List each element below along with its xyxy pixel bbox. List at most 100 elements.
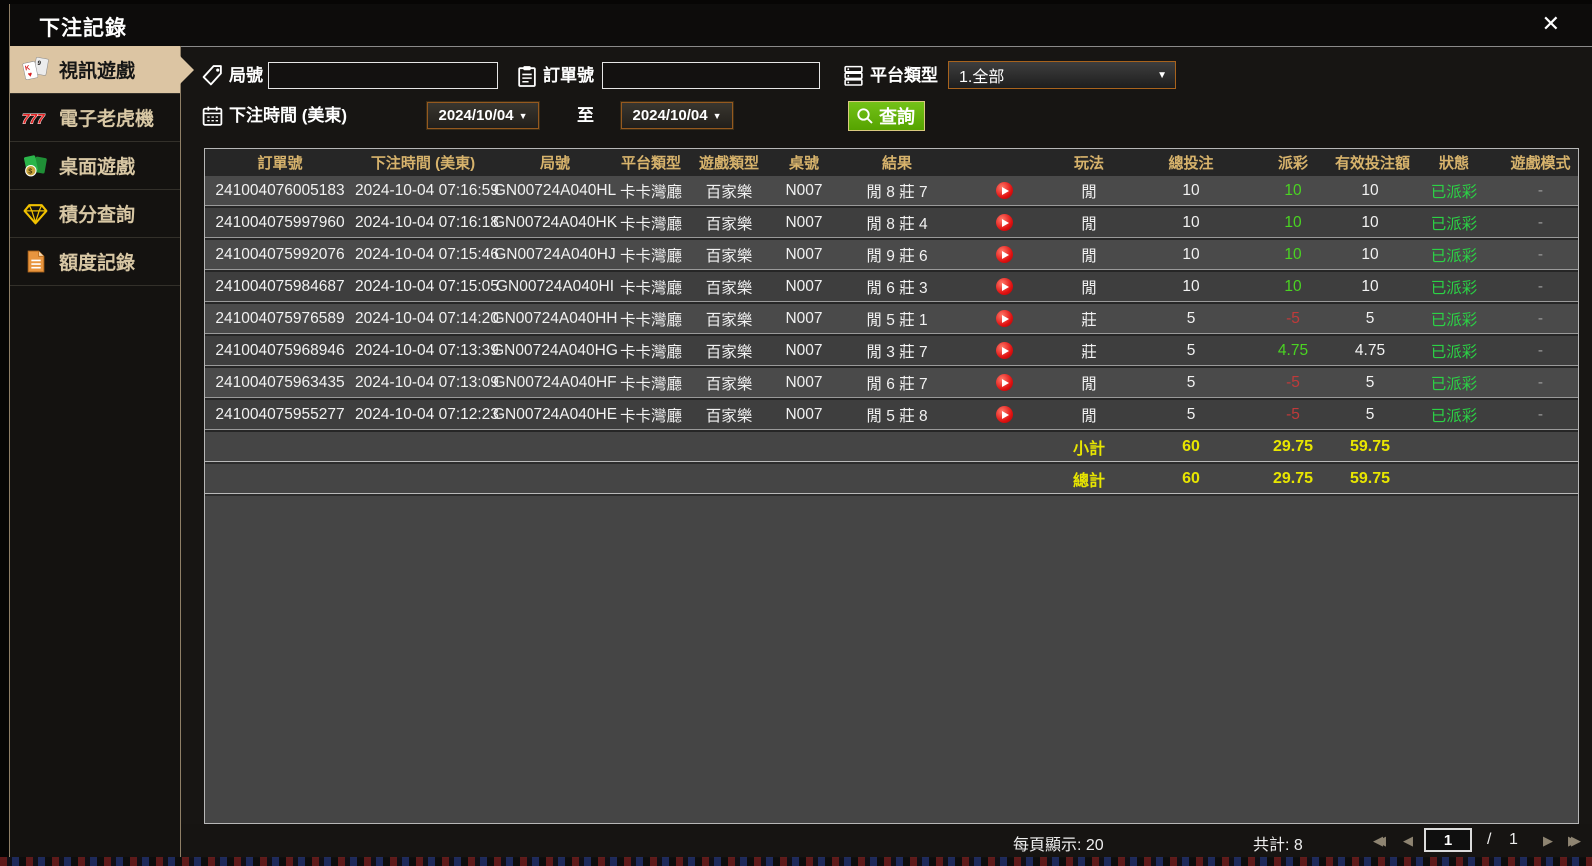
- cell-total_bet: 5: [1186, 309, 1196, 327]
- cell-payout: -5: [1286, 309, 1300, 327]
- cell-result: 閒 9 莊 6: [866, 247, 928, 265]
- cell-round: GN00724A040HF: [493, 373, 617, 391]
- cell-payout: -5: [1286, 373, 1300, 391]
- order-no-input[interactable]: [602, 62, 820, 89]
- column-header: 結果: [881, 155, 912, 172]
- total-payout: 29.75: [1272, 469, 1314, 487]
- cell-valid_bet: 4.75: [1354, 341, 1386, 359]
- cell-time: 2024-10-04 07:14:20: [355, 309, 499, 327]
- table-row: 241004075992076 2024-10-04 07:15:46 GN0072…: [205, 240, 1578, 272]
- column-header: 下注時間 (美東): [370, 155, 476, 172]
- cell-total_bet: 10: [1182, 245, 1200, 263]
- cell-table_no: N007: [785, 405, 823, 423]
- cell-status: 已派彩: [1430, 215, 1478, 233]
- column-header: 有效投注額: [1335, 155, 1411, 172]
- subtotal-total-bet: 60: [1182, 437, 1200, 455]
- cell-play_type: 閒: [1081, 247, 1097, 265]
- sidebar: 9 K ♥ 視訊遊戲 777 電子老虎機 $ 桌面遊戲 積分查詢 額度記錄: [10, 46, 194, 857]
- cell-round: GN00724A040HE: [492, 405, 618, 423]
- last-page-button[interactable]: ▶▶: [1568, 833, 1592, 849]
- date-from-select[interactable]: 2024/10/04 ▼: [426, 101, 540, 130]
- gem-icon: [22, 200, 49, 227]
- cell-payout: 10: [1284, 181, 1302, 199]
- cell-table_no: N007: [785, 213, 823, 231]
- cell-game_type: 百家樂: [705, 279, 753, 297]
- sidebar-item-label: 桌面遊戲: [59, 157, 136, 178]
- column-header: 遊戲模式: [1510, 155, 1571, 172]
- document-icon: [22, 248, 49, 275]
- bet-records-table: 訂單號 下注時間 (美東) 局號 平台類型 遊戲類型 桌號 結果 玩法 總投注 派彩 有效投注額 狀態…: [204, 148, 1579, 824]
- sidebar-item-points[interactable]: 積分查詢: [10, 190, 180, 238]
- cell-table_no: N007: [785, 277, 823, 295]
- search-button[interactable]: 查詢: [848, 101, 925, 131]
- cell-mode: -: [1537, 213, 1544, 231]
- filter-row-2: 下注時間 (美東) 2024/10/04 ▼ 至 2024/10/04 ▼ 查詢: [181, 101, 1592, 131]
- cell-order: 241004075963435: [215, 373, 345, 391]
- cell-valid_bet: 10: [1361, 277, 1379, 295]
- next-page-button[interactable]: ▶: [1543, 833, 1553, 849]
- cell-play_type: 閒: [1081, 215, 1097, 233]
- cell-play_type: 莊: [1081, 311, 1097, 329]
- search-icon: [857, 108, 873, 124]
- replay-cell: [961, 278, 1047, 296]
- cell-total_bet: 10: [1182, 213, 1200, 231]
- cell-play_type: 閒: [1081, 279, 1097, 297]
- subtotal-label: 小計: [1072, 440, 1105, 458]
- calendar-icon: [202, 106, 223, 126]
- column-header: 遊戲類型: [698, 155, 759, 172]
- table-row: 241004075955277 2024-10-04 07:12:23 GN0072…: [205, 400, 1578, 432]
- cell-total_bet: 5: [1186, 341, 1196, 359]
- cell-status: 已派彩: [1430, 247, 1478, 265]
- tag-icon: [202, 65, 222, 86]
- date-to-select[interactable]: 2024/10/04 ▼: [620, 101, 734, 130]
- cell-payout: 10: [1284, 245, 1302, 263]
- page-number-input[interactable]: [1424, 828, 1472, 852]
- total-count-label: 共計: 8: [1253, 837, 1303, 854]
- play-icon[interactable]: [995, 182, 1013, 199]
- cell-mode: -: [1537, 373, 1544, 391]
- replay-cell: [961, 310, 1047, 328]
- cell-result: 閒 5 莊 1: [866, 311, 928, 329]
- cell-mode: -: [1537, 245, 1544, 263]
- cell-platform: 卡卡灣廳: [619, 343, 682, 361]
- cell-total_bet: 10: [1182, 181, 1200, 199]
- sidebar-item-label: 電子老虎機: [59, 109, 155, 130]
- total-row: 總計 60 29.75 59.75: [205, 464, 1578, 496]
- play-icon[interactable]: [995, 342, 1013, 359]
- cell-play_type: 莊: [1081, 343, 1097, 361]
- cell-result: 閒 6 莊 7: [866, 375, 928, 393]
- platform-type-select[interactable]: 1.全部 ▼: [948, 61, 1176, 89]
- play-icon[interactable]: [995, 406, 1013, 423]
- replay-cell: [961, 214, 1047, 232]
- cell-result: 閒 6 莊 3: [866, 279, 928, 297]
- sidebar-item-table-games[interactable]: $ 桌面遊戲: [10, 142, 180, 190]
- play-icon[interactable]: [995, 278, 1013, 295]
- cell-payout: -5: [1286, 405, 1300, 423]
- play-icon[interactable]: [995, 310, 1013, 327]
- order-no-label: 訂單號: [543, 66, 594, 85]
- page-title: 下注記錄: [39, 17, 127, 40]
- cell-valid_bet: 10: [1361, 213, 1379, 231]
- sidebar-item-credit-record[interactable]: 額度記錄: [10, 238, 180, 286]
- cell-status: 已派彩: [1430, 407, 1478, 425]
- round-no-input[interactable]: [268, 62, 498, 89]
- play-icon[interactable]: [995, 374, 1013, 391]
- cell-order: 241004076005183: [215, 181, 345, 199]
- cell-total_bet: 5: [1186, 373, 1196, 391]
- play-icon[interactable]: [995, 214, 1013, 231]
- subtotal-row: 小計 60 29.75 59.75: [205, 432, 1578, 464]
- cell-result: 閒 3 莊 7: [866, 343, 928, 361]
- sidebar-item-slots[interactable]: 777 電子老虎機: [10, 94, 180, 142]
- table-row: 241004075976589 2024-10-04 07:14:20 GN0072…: [205, 304, 1578, 336]
- prev-page-button[interactable]: ◀: [1403, 833, 1413, 849]
- first-page-button[interactable]: ◀◀: [1373, 833, 1397, 849]
- page-total: 1: [1509, 831, 1518, 848]
- sidebar-item-live-games[interactable]: 9 K ♥ 視訊遊戲: [10, 46, 194, 94]
- close-icon[interactable]: ✕: [1542, 13, 1560, 35]
- cell-status: 已派彩: [1430, 183, 1478, 201]
- replay-cell: [961, 374, 1047, 392]
- page-separator: /: [1487, 831, 1492, 848]
- play-icon[interactable]: [995, 246, 1013, 263]
- sidebar-item-label: 額度記錄: [59, 253, 136, 274]
- cell-status: 已派彩: [1430, 375, 1478, 393]
